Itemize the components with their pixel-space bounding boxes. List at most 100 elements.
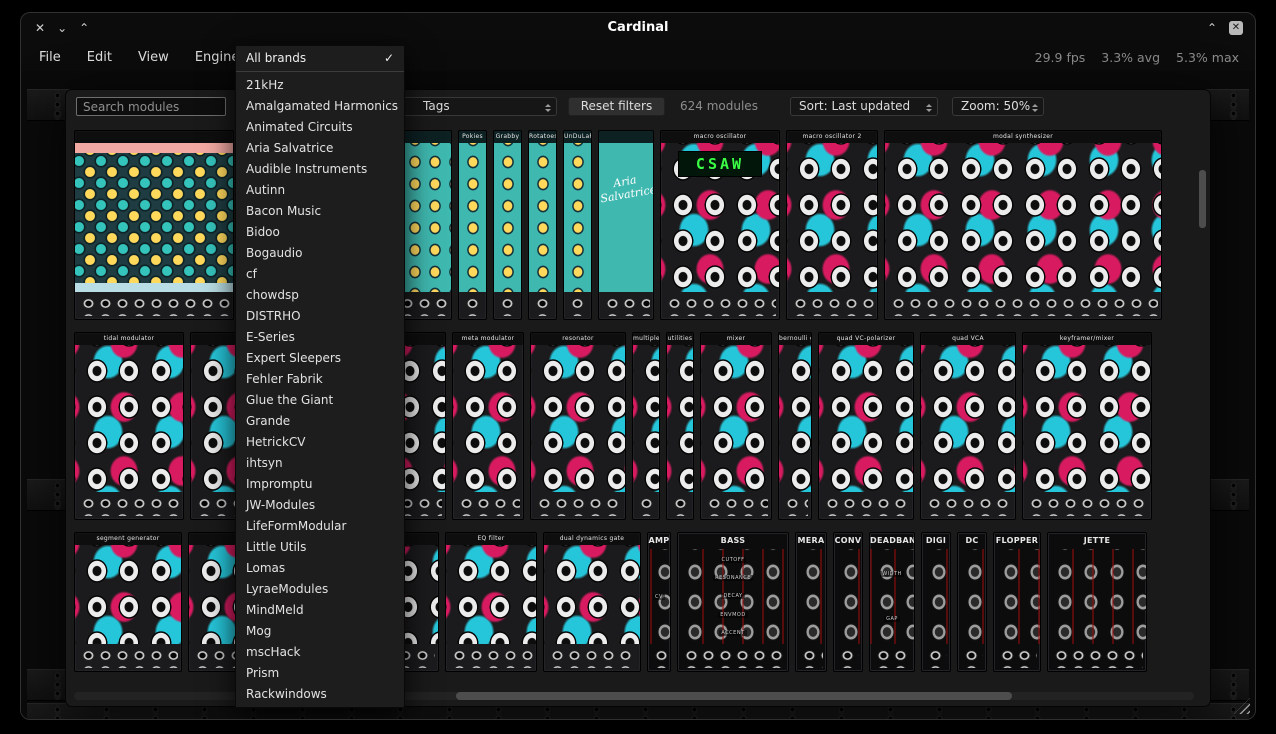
menu-engine[interactable]: Engine: [195, 50, 240, 65]
module-title: FLOPPER: [994, 533, 1040, 549]
module-card-macro-oscillator-2[interactable]: macro oscillator 2: [786, 130, 878, 320]
brand-menu-item[interactable]: JW-Modules: [236, 495, 404, 516]
module-card-undular[interactable]: UnDuLaR: [563, 130, 592, 320]
brand-menu-item[interactable]: Grande: [236, 411, 404, 432]
brand-menu-item[interactable]: Bacon Music: [236, 201, 404, 222]
reset-filters-button[interactable]: Reset filters: [568, 97, 665, 116]
module-card-pokies[interactable]: Pokies: [458, 130, 487, 320]
module-card[interactable]: Aria Salvatrice: [598, 130, 654, 320]
menu-file[interactable]: File: [39, 50, 61, 65]
brand-menu-item[interactable]: LyraeModules: [236, 579, 404, 600]
module-jacks: [997, 646, 1037, 668]
module-card-modal-synthesizer[interactable]: modal synthesizer: [884, 130, 1162, 320]
module-card-eq-filter[interactable]: EQ filter: [445, 532, 537, 672]
module-card-multiples[interactable]: multiples: [632, 332, 660, 520]
module-title: macro oscillator 2: [787, 131, 877, 143]
module-title: DIGI: [922, 533, 950, 549]
module-card-tidal-modulator[interactable]: tidal modulator: [74, 332, 184, 520]
module-card-amp[interactable]: AMPCV: [647, 532, 671, 672]
module-card-jette[interactable]: JETTE: [1047, 532, 1147, 672]
shade-icon[interactable]: ⌃: [1207, 21, 1217, 35]
module-card-mixer[interactable]: mixer: [700, 332, 772, 520]
module-card-deadband[interactable]: DEADBANDWIDTHGAP: [869, 532, 915, 672]
module-card-quad-vca[interactable]: quad VCA: [920, 332, 1016, 520]
dropdown-arrows-icon: [545, 101, 551, 115]
brand-menu-item[interactable]: Fehler Fabrik: [236, 369, 404, 390]
brand-menu-item[interactable]: Aria Salvatrice: [236, 138, 404, 159]
brand-menu-item[interactable]: HetrickCV: [236, 432, 404, 453]
brand-menu-item[interactable]: DISTRHO: [236, 306, 404, 327]
close-box-icon[interactable]: ✕: [1229, 21, 1243, 35]
brand-menu-item[interactable]: Audible Instruments: [236, 159, 404, 180]
brand-menu-item[interactable]: Animated Circuits: [236, 117, 404, 138]
module-panel: [564, 143, 591, 292]
module-panel: [796, 549, 826, 644]
module-card-grabby[interactable]: Grabby: [493, 130, 522, 320]
module-title: segment generator: [75, 533, 181, 545]
sort-select[interactable]: Sort: Last updated: [790, 97, 938, 116]
brand-menu-item[interactable]: Glue the Giant: [236, 390, 404, 411]
brand-menu-item[interactable]: Bogaudio: [236, 243, 404, 264]
module-card[interactable]: [74, 130, 234, 320]
module-card-quad-vc-polarizer[interactable]: quad VC-polarizer: [818, 332, 914, 520]
module-card-utilities[interactable]: utilities: [666, 332, 694, 520]
brand-menu-item[interactable]: E-Series: [236, 327, 404, 348]
module-card-dual-dynamics-gate[interactable]: dual dynamics gate: [543, 532, 641, 672]
vertical-scrollbar[interactable]: [1199, 170, 1206, 228]
module-title: MERA: [796, 533, 826, 549]
brand-menu-item[interactable]: ihtsyn: [236, 453, 404, 474]
module-panel: [922, 549, 950, 644]
module-card-conv[interactable]: CONV: [833, 532, 863, 672]
module-jacks: [1051, 646, 1143, 668]
module-panel: [633, 345, 659, 492]
module-jacks: [681, 646, 785, 668]
module-title: [599, 131, 653, 143]
brand-menu-item[interactable]: Expert Sleepers: [236, 348, 404, 369]
module-card-bernoulli-gate[interactable]: bernoulli gate: [778, 332, 812, 520]
module-panel: [453, 345, 523, 492]
brand-menu-item[interactable]: Little Utils: [236, 537, 404, 558]
module-card-macro-oscillator[interactable]: macro oscillatorCSAW: [660, 130, 780, 320]
brand-menu-item[interactable]: Autinn: [236, 180, 404, 201]
module-panel: [667, 345, 693, 492]
module-jacks: [822, 494, 910, 516]
module-card-bass[interactable]: BASSCUTOFFRESONANCEDECAYENVMODACCENT: [677, 532, 789, 672]
brand-menu-item[interactable]: mscHack: [236, 642, 404, 663]
brand-menu-item[interactable]: Prism: [236, 663, 404, 684]
search-input[interactable]: [76, 97, 226, 116]
brand-menu-item[interactable]: Rackwindows: [236, 684, 404, 705]
module-panel: [1048, 549, 1146, 644]
menu-edit[interactable]: Edit: [87, 50, 112, 65]
menu-item-all-brands[interactable]: All brands ✓: [236, 46, 404, 69]
module-card-flopper[interactable]: FLOPPER: [993, 532, 1041, 672]
brand-menu-item[interactable]: Impromptu: [236, 474, 404, 495]
module-panel: [459, 143, 486, 292]
module-jacks: [888, 294, 1158, 316]
module-card-resonator[interactable]: resonator: [530, 332, 626, 520]
module-card-rotatoes[interactable]: Rotatoes: [528, 130, 557, 320]
brand-menu-item[interactable]: MindMeld: [236, 600, 404, 621]
brand-menu-item[interactable]: LifeFormModular: [236, 516, 404, 537]
module-card-dc[interactable]: DC: [957, 532, 987, 672]
module-card-segment-generator[interactable]: segment generator: [74, 532, 182, 672]
module-panel: [446, 545, 536, 644]
module-panel: [779, 345, 811, 492]
zoom-select[interactable]: Zoom: 50%: [952, 97, 1044, 116]
horizontal-scrollbar[interactable]: [456, 692, 1012, 700]
module-card-meta-modulator[interactable]: meta modulator: [452, 332, 524, 520]
module-card-keyframer-mixer[interactable]: keyframer/mixer: [1022, 332, 1152, 520]
module-jacks: [602, 294, 650, 316]
menu-view[interactable]: View: [138, 50, 169, 65]
module-card-mera[interactable]: MERA: [795, 532, 827, 672]
module-title: Rotatoes: [529, 131, 556, 143]
module-card-digi[interactable]: DIGI: [921, 532, 951, 672]
brand-menu-item[interactable]: cf: [236, 264, 404, 285]
brand-menu-item[interactable]: Mog: [236, 621, 404, 642]
module-panel: [885, 143, 1161, 292]
brand-menu-item[interactable]: Lomas: [236, 558, 404, 579]
brand-menu-item[interactable]: chowdsp: [236, 285, 404, 306]
brand-menu-item[interactable]: Amalgamated Harmonics: [236, 96, 404, 117]
brand-menu-item[interactable]: Bidoo: [236, 222, 404, 243]
module-title: CONV: [834, 533, 862, 549]
brand-menu-item[interactable]: 21kHz: [236, 75, 404, 96]
